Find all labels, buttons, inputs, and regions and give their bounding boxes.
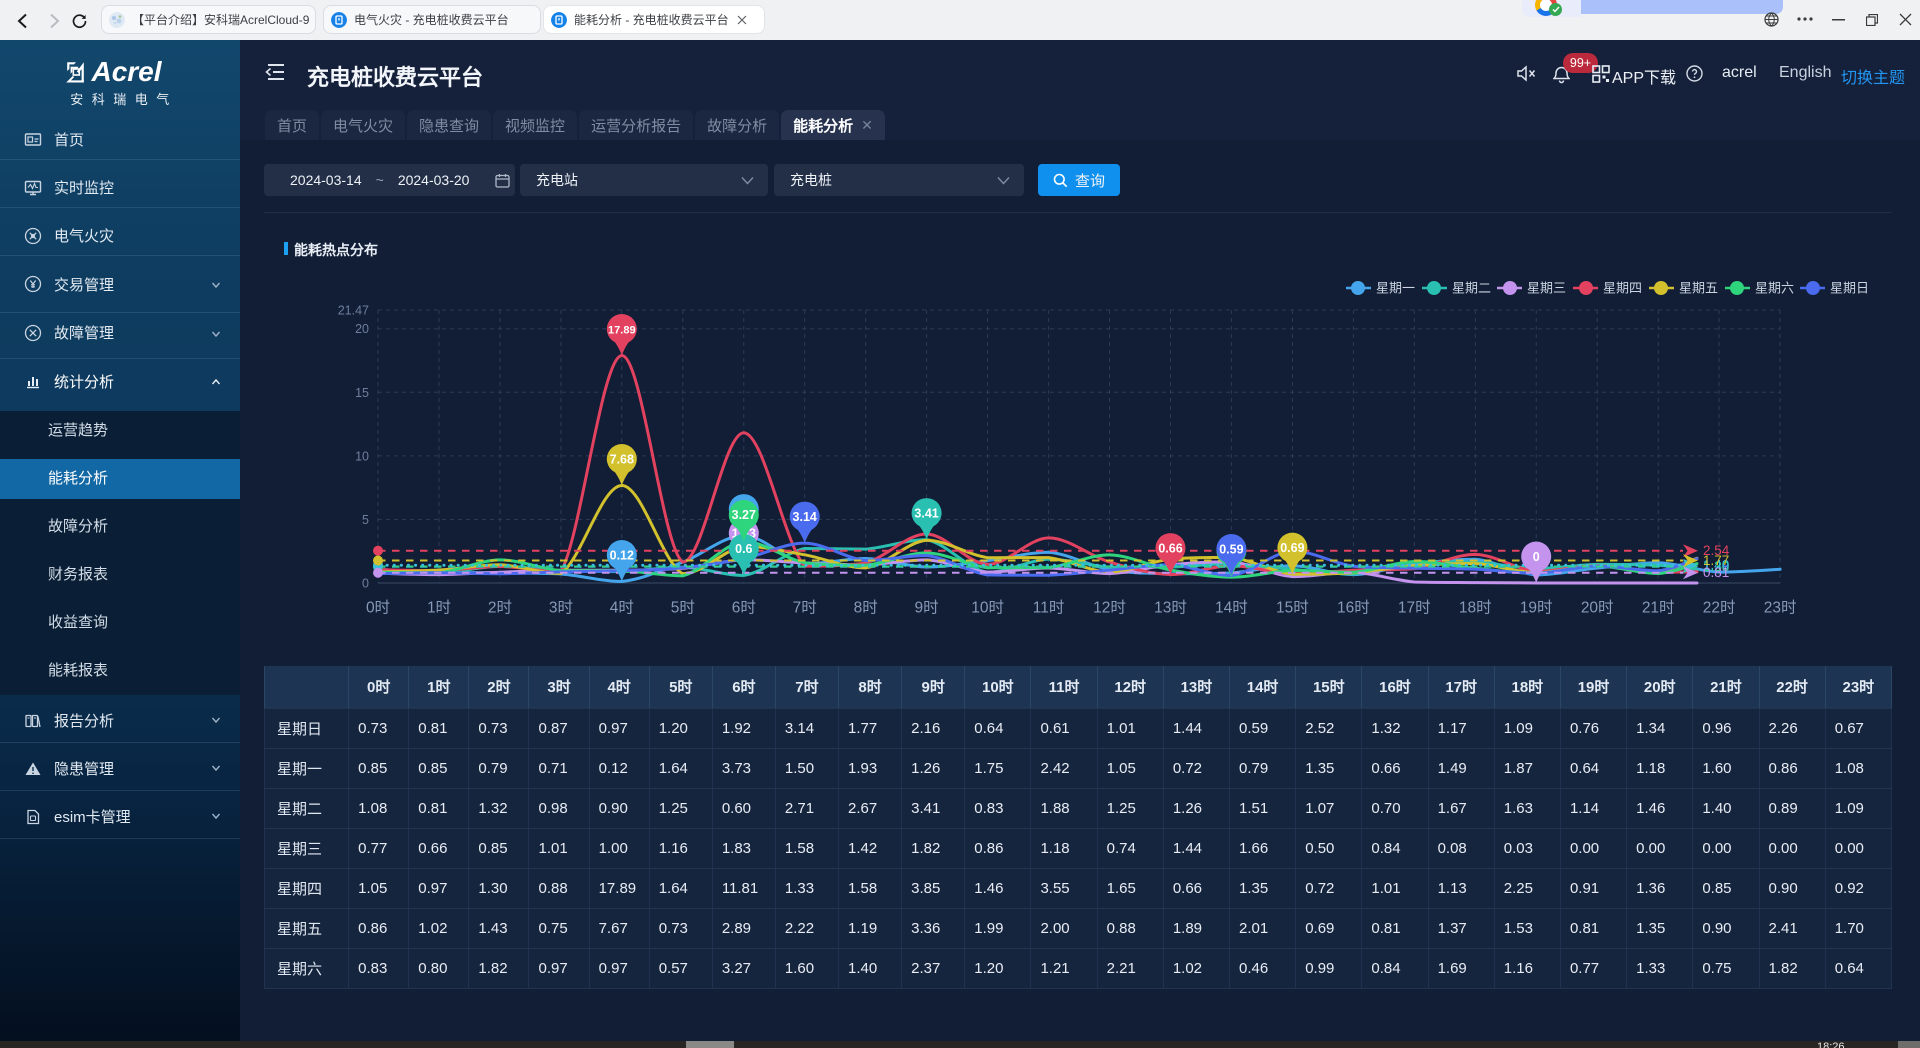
svg-text:13时: 13时	[1154, 598, 1187, 616]
svg-text:3.14: 3.14	[793, 510, 817, 524]
svg-text:星期二: 星期二	[1452, 281, 1491, 296]
svg-text:3.41: 3.41	[914, 506, 938, 520]
svg-text:2时: 2时	[488, 598, 512, 616]
svg-text:星期六: 星期六	[1755, 281, 1794, 296]
svg-text:星期三: 星期三	[1527, 281, 1566, 296]
svg-text:0: 0	[1533, 550, 1540, 564]
svg-text:1时: 1时	[427, 598, 451, 616]
svg-text:星期一: 星期一	[1376, 281, 1415, 296]
svg-text:3.27: 3.27	[732, 508, 756, 522]
svg-text:15时: 15时	[1276, 598, 1309, 616]
svg-text:0.59: 0.59	[1219, 542, 1243, 556]
svg-text:4时: 4时	[610, 598, 634, 616]
svg-text:星期四: 星期四	[1603, 281, 1642, 296]
svg-text:21.47: 21.47	[338, 304, 369, 318]
svg-text:星期五: 星期五	[1679, 281, 1718, 296]
svg-text:18时: 18时	[1459, 598, 1492, 616]
svg-text:15: 15	[355, 386, 369, 400]
svg-text:5时: 5时	[671, 598, 695, 616]
svg-text:23时: 23时	[1764, 598, 1797, 616]
svg-text:17.89: 17.89	[608, 324, 636, 336]
svg-text:10时: 10时	[971, 598, 1004, 616]
svg-text:12时: 12时	[1093, 598, 1126, 616]
svg-text:16时: 16时	[1337, 598, 1370, 616]
svg-text:7时: 7时	[793, 598, 817, 616]
svg-text:1.77: 1.77	[1703, 553, 1729, 568]
svg-text:0时: 0时	[366, 598, 390, 616]
svg-text:14时: 14时	[1215, 598, 1248, 616]
svg-text:0: 0	[362, 577, 369, 591]
svg-text:11时: 11时	[1033, 598, 1065, 616]
svg-text:星期日: 星期日	[1830, 281, 1869, 296]
svg-text:0.66: 0.66	[1158, 541, 1182, 555]
svg-text:0.12: 0.12	[610, 548, 634, 562]
svg-text:0.6: 0.6	[735, 542, 752, 556]
svg-text:8时: 8时	[854, 598, 878, 616]
svg-text:10: 10	[355, 449, 369, 463]
svg-text:9时: 9时	[915, 598, 939, 616]
svg-text:7.68: 7.68	[610, 452, 634, 466]
svg-text:21时: 21时	[1642, 598, 1675, 616]
svg-text:20: 20	[355, 322, 369, 336]
svg-text:19时: 19时	[1520, 598, 1553, 616]
svg-text:22时: 22时	[1703, 598, 1736, 616]
svg-text:3时: 3时	[549, 598, 573, 616]
svg-text:5: 5	[362, 513, 369, 527]
svg-text:0.69: 0.69	[1280, 541, 1304, 555]
svg-text:20时: 20时	[1581, 598, 1614, 616]
svg-text:17时: 17时	[1398, 598, 1431, 616]
svg-text:6时: 6时	[732, 598, 756, 616]
